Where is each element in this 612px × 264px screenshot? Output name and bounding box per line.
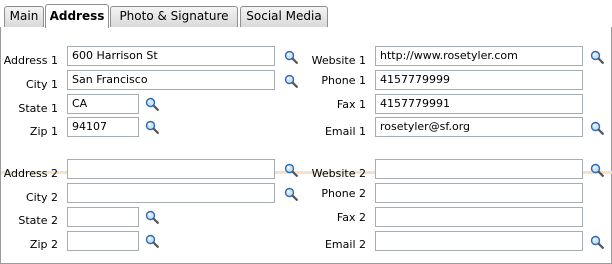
website-2-field[interactable] [375,159,583,179]
zip-1-field[interactable]: 94107 [67,117,139,137]
website-1-field[interactable]: http://www.rosetyler.com [375,46,583,66]
email-1-field[interactable]: rosetyler@sf.org [375,117,583,137]
phone-2-field[interactable] [375,183,583,203]
magnifier-icon[interactable] [284,163,298,177]
phone-1-label: Phone 1 [321,74,366,87]
magnifier-icon[interactable] [284,50,298,64]
website-1-label: Website 1 [311,54,366,67]
magnifier-icon[interactable] [145,210,159,224]
tab-address[interactable]: Address [45,4,109,28]
tab-main[interactable]: Main [4,6,44,27]
city-2-label: City 2 [25,191,58,204]
magnifier-icon[interactable] [590,163,604,177]
email-1-label: Email 1 [324,125,366,138]
magnifier-icon[interactable] [590,235,604,249]
email-2-label: Email 2 [324,238,366,251]
phone-1-field[interactable]: 4157779999 [375,70,583,90]
magnifier-icon[interactable] [284,74,298,88]
website-2-label: Website 2 [311,167,366,180]
zip-2-label: Zip 2 [29,238,58,251]
magnifier-icon[interactable] [590,50,604,64]
magnifier-icon[interactable] [145,234,159,248]
address-2-label: Address 2 [3,167,58,180]
city-1-field[interactable]: San Francisco [67,70,275,90]
magnifier-icon[interactable] [145,97,159,111]
magnifier-icon[interactable] [590,121,604,135]
zip-1-label: Zip 1 [29,125,58,138]
city-2-field[interactable] [67,183,275,203]
phone-2-label: Phone 2 [321,187,366,200]
address-form-window: Main Address Photo & Signature Social Me… [0,0,612,264]
state-1-field[interactable]: CA [67,94,139,114]
fax-1-field[interactable]: 4157779991 [375,94,583,114]
magnifier-icon[interactable] [284,187,298,201]
state-2-label: State 2 [18,214,58,227]
email-2-field[interactable] [375,231,583,251]
city-1-label: City 1 [25,78,58,91]
zip-2-field[interactable] [67,231,139,251]
state-2-field[interactable] [67,207,139,227]
state-1-label: State 1 [18,102,58,115]
fax-2-field[interactable] [375,207,583,227]
address-1-field[interactable]: 600 Harrison St [67,46,275,66]
fax-2-label: Fax 2 [336,211,366,224]
tab-social-media[interactable]: Social Media [240,6,328,27]
magnifier-icon[interactable] [145,120,159,134]
address-1-label: Address 1 [3,54,58,67]
address-2-field[interactable] [67,159,275,179]
fax-1-label: Fax 1 [336,98,366,111]
tab-photo-signature[interactable]: Photo & Signature [110,6,238,27]
